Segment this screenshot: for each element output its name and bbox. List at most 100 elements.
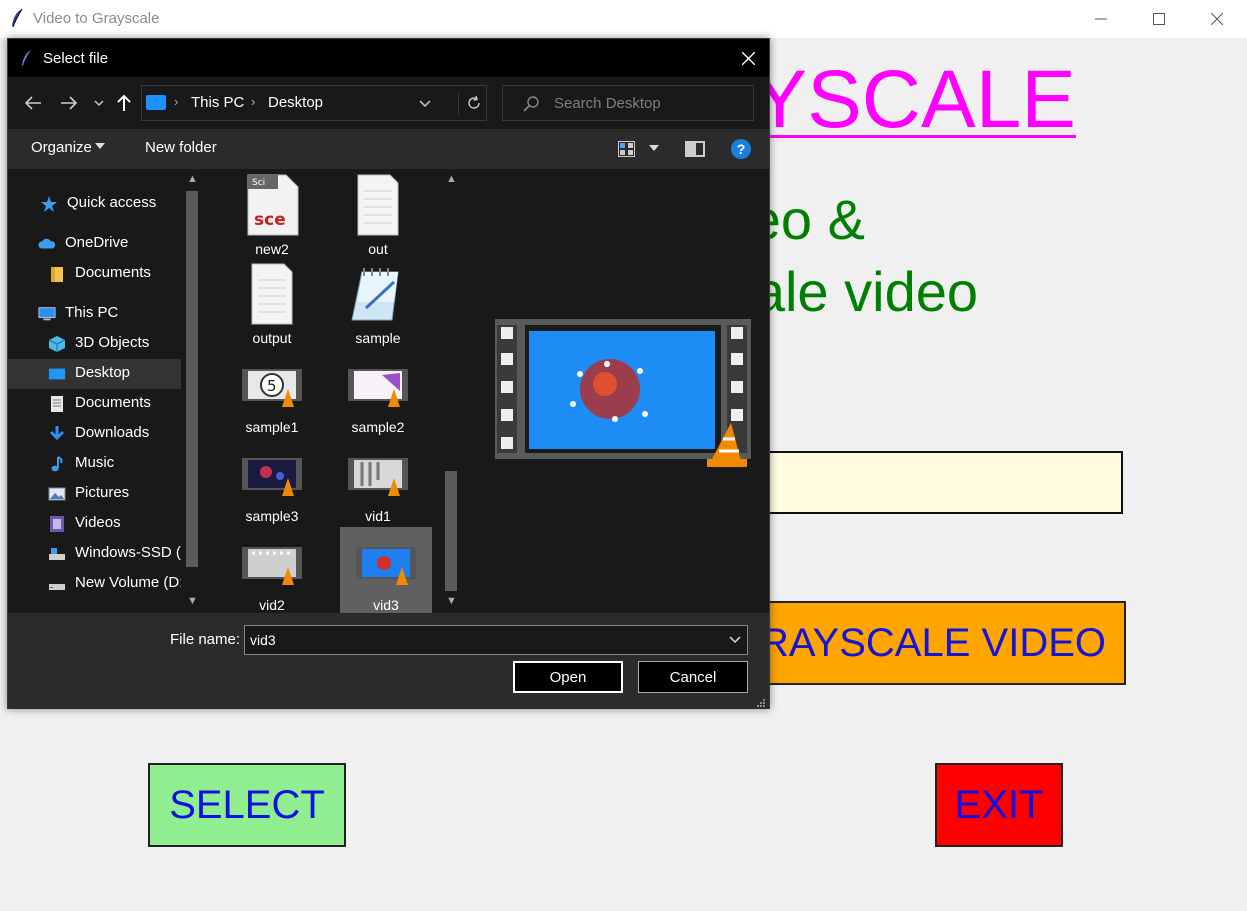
scroll-down-icon[interactable]: ▼ (446, 595, 457, 607)
dialog-titlebar: Select file (8, 39, 769, 77)
file-item-out[interactable]: out (332, 171, 424, 259)
file-item-new2[interactable]: Sci sce new2 (226, 171, 318, 259)
search-icon (523, 96, 539, 112)
notepad-icon (351, 268, 399, 321)
resize-grip-icon[interactable] (756, 699, 766, 707)
sidebar-item-label: Music (75, 454, 115, 471)
cancel-button[interactable]: Cancel (638, 661, 748, 693)
file-name-input[interactable]: vid3 (244, 625, 748, 655)
file-item-vid1[interactable]: vid1 (332, 438, 424, 526)
svg-text:sce: sce (254, 210, 286, 230)
window-title: Video to Grayscale (33, 10, 160, 27)
arrow-up-icon (117, 95, 131, 111)
breadcrumb-separator-icon: › (174, 94, 179, 109)
navigation-pane: Quick access OneDrive Documents This PC … (8, 169, 203, 613)
minimize-button[interactable] (1072, 0, 1130, 38)
preview-pane (463, 169, 769, 613)
sidebar-item-pictures[interactable]: Pictures (48, 479, 203, 509)
refresh-icon (467, 95, 480, 109)
close-window-button[interactable] (1188, 0, 1246, 38)
sidebar-item-label: Quick access (67, 194, 157, 211)
file-item-vid2[interactable]: vid2 (226, 527, 318, 613)
maximize-icon (1153, 13, 1165, 25)
chevron-down-icon (419, 100, 431, 108)
sidebar-item-quick-access[interactable]: Quick access (40, 189, 203, 219)
file-label: output (252, 330, 292, 346)
file-item-vid3[interactable]: vid3 (340, 527, 432, 613)
search-box[interactable]: Search Desktop (502, 85, 754, 121)
feather-icon (12, 8, 23, 28)
file-name-dropdown[interactable] (729, 631, 741, 647)
drive-icon (49, 584, 65, 590)
file-name-value: vid3 (250, 632, 276, 648)
file-item-output[interactable]: output (226, 260, 318, 348)
svg-text:Sci: Sci (252, 178, 265, 188)
file-label: sample2 (351, 419, 405, 435)
text-file-icon (251, 263, 293, 325)
sidebar-item-onedrive-documents[interactable]: Documents (48, 259, 203, 289)
sidebar-item-windows-ssd[interactable]: Windows-SSD (C:) (48, 539, 203, 569)
cancel-button-label: Cancel (669, 668, 717, 686)
sidebar-item-videos[interactable]: Videos (48, 509, 203, 539)
sidebar-item-3d-objects[interactable]: 3D Objects (48, 329, 203, 359)
video-file-icon (356, 547, 416, 585)
video-file-icon (242, 547, 302, 585)
address-dropdown[interactable] (419, 94, 431, 111)
breadcrumb-separator-icon: › (251, 94, 256, 109)
navigation-pane-scrollbar[interactable]: ▲ ▼ (181, 169, 203, 613)
file-item-sample1[interactable]: 5 sample1 (226, 349, 318, 437)
address-bar[interactable]: › This PC › Desktop (141, 85, 487, 121)
open-button[interactable]: Open (513, 661, 623, 693)
scrollbar-thumb[interactable] (186, 191, 198, 567)
scrollbar-thumb[interactable] (445, 471, 457, 591)
file-label: vid1 (365, 508, 391, 524)
scroll-up-icon[interactable]: ▲ (446, 173, 457, 185)
scroll-down-icon[interactable]: ▼ (187, 595, 198, 607)
file-item-sample3[interactable]: sample3 (226, 438, 318, 526)
exit-button[interactable]: EXIT (935, 763, 1063, 847)
file-list-scrollbar[interactable]: ▲ ▼ (440, 169, 462, 613)
cube-icon (48, 336, 66, 352)
sidebar-item-documents[interactable]: Documents (48, 389, 203, 419)
pictures-icon (48, 487, 66, 501)
sidebar-item-label: New Volume (D:) (75, 574, 189, 591)
back-button[interactable] (22, 92, 44, 114)
organize-menu[interactable]: Organize (31, 139, 92, 156)
caret-down-icon (95, 143, 105, 149)
view-options-icon[interactable] (618, 141, 635, 157)
caret-down-icon[interactable] (649, 145, 659, 151)
file-item-sample2[interactable]: sample2 (332, 349, 424, 437)
dialog-footer: File name: vid3 Open Cancel (8, 613, 769, 709)
preview-pane-icon[interactable] (685, 141, 705, 157)
maximize-button[interactable] (1130, 0, 1188, 38)
recent-locations-button[interactable] (88, 92, 110, 114)
video-file-icon (242, 458, 302, 496)
sidebar-item-onedrive[interactable]: OneDrive (38, 229, 203, 259)
sidebar-item-downloads[interactable]: Downloads (48, 419, 203, 449)
computer-icon (38, 307, 56, 321)
breadcrumb-this-pc[interactable]: This PC (191, 94, 244, 111)
sidebar-item-music[interactable]: Music (48, 449, 203, 479)
sidebar-item-new-volume[interactable]: New Volume (D:) (48, 569, 203, 599)
text-file-icon (357, 174, 399, 236)
file-label: vid2 (259, 597, 285, 613)
help-icon[interactable]: ? (731, 139, 751, 159)
select-button[interactable]: SELECT (148, 763, 346, 847)
file-label: vid3 (373, 597, 399, 613)
forward-button[interactable] (58, 92, 80, 114)
sidebar-item-label: Pictures (75, 484, 130, 501)
scroll-up-icon[interactable]: ▲ (187, 173, 198, 185)
search-placeholder: Search Desktop (554, 95, 661, 112)
up-button[interactable] (113, 92, 135, 114)
breadcrumb-desktop[interactable]: Desktop (268, 94, 323, 111)
dialog-close-button[interactable] (728, 39, 768, 77)
sidebar-item-this-pc[interactable]: This PC (38, 299, 203, 329)
cloud-icon (38, 238, 56, 249)
file-item-sample[interactable]: sample (332, 260, 424, 348)
chevron-down-icon (94, 100, 104, 106)
drive-icon (49, 548, 65, 560)
new-folder-button[interactable]: New folder (145, 139, 217, 156)
sidebar-item-desktop[interactable]: Desktop (8, 359, 181, 389)
file-list: Sci sce new2 out output sample 5 sample1… (204, 169, 462, 613)
refresh-button[interactable] (458, 93, 488, 115)
